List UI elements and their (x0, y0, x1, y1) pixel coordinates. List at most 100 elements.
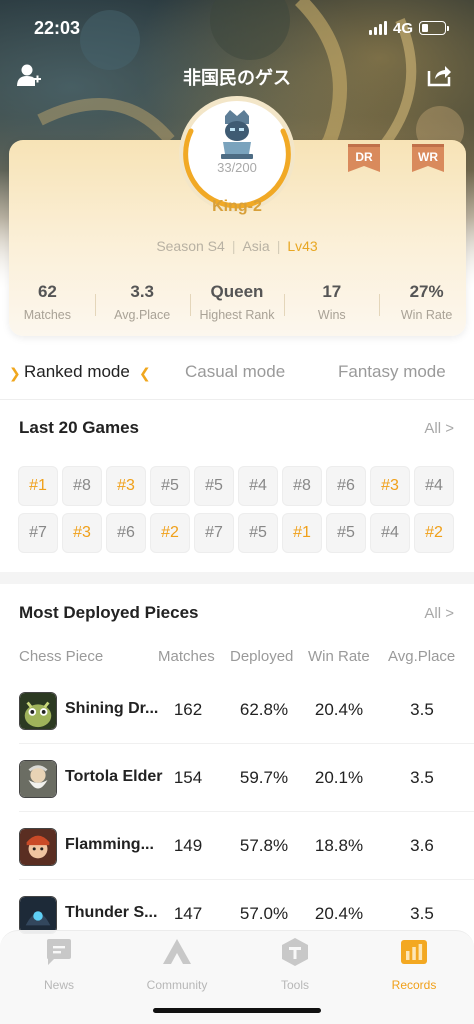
game-result-cell[interactable]: #5 (194, 466, 234, 506)
game-result-cell[interactable]: #6 (326, 466, 366, 506)
home-indicator (153, 1008, 321, 1013)
piece-avg-place: 3.6 (410, 836, 434, 855)
wr-badge-label: WR (418, 150, 438, 164)
piece-deployed: 62.8% (239, 700, 289, 719)
game-result-cell[interactable]: #1 (18, 466, 58, 506)
network-type: 4G (392, 19, 413, 37)
chevron-left-icon: ❮ (139, 365, 151, 381)
piece-win-rate: 20.1% (314, 768, 364, 787)
column-matches: Matches (158, 648, 215, 665)
deployed-pieces-title: Most Deployed Pieces (19, 603, 199, 622)
player-name-title: 非国民のゲス (183, 68, 291, 88)
status-time: 22:03 (34, 17, 81, 38)
tab-casual-mode[interactable]: Casual mode (185, 362, 285, 382)
game-result-cell[interactable]: #6 (106, 513, 146, 553)
section-separator (0, 572, 474, 584)
chevron-right-icon: ❯ (9, 365, 21, 381)
tab-news[interactable]: News (14, 937, 104, 992)
piece-deployed: 59.7% (239, 768, 289, 787)
game-result-cell[interactable]: #2 (150, 513, 190, 553)
player-level: Lv43 (287, 238, 318, 254)
piece-matches: 149 (173, 836, 203, 855)
piece-avg-place: 3.5 (410, 904, 434, 923)
stat-highest-rank: Queen Highest Rank (189, 282, 285, 326)
game-result-cell[interactable]: #5 (238, 513, 278, 553)
game-result-cell[interactable]: #5 (326, 513, 366, 553)
piece-matches: 162 (173, 700, 203, 719)
game-result-cell[interactable]: #4 (370, 513, 410, 553)
season: Season S4 (156, 238, 225, 254)
game-result-cell[interactable]: #4 (414, 466, 454, 506)
game-result-cell[interactable]: #7 (18, 513, 58, 553)
stat-matches: 62 Matches (23, 282, 72, 322)
status-bar: 22:03 4G (0, 0, 474, 56)
divider (0, 399, 474, 400)
dr-badge-label: DR (355, 150, 373, 164)
top-nav: 非国民のゲス (0, 58, 474, 94)
column-win-rate: Win Rate (308, 648, 370, 665)
last-games-title: Last 20 Games (19, 418, 140, 437)
piece-deployed: 57.8% (239, 836, 289, 855)
game-result-cell[interactable]: #1 (282, 513, 322, 553)
king-rank-icon (221, 110, 253, 159)
piece-win-rate: 20.4% (314, 904, 364, 923)
column-deployed: Deployed (230, 648, 294, 665)
records-icon (401, 940, 427, 964)
game-result-cell[interactable]: #8 (282, 466, 322, 506)
piece-row[interactable]: Shining Dr... 162 62.8% 20.4% 3.5 (0, 676, 474, 744)
mode-tabs: ❯ Ranked mode ❮ Casual mode Fantasy mode (0, 358, 474, 390)
community-icon (163, 939, 191, 964)
game-result-cell[interactable]: #7 (194, 513, 234, 553)
piece-win-rate: 18.8% (314, 836, 364, 855)
signal-icon (368, 21, 387, 35)
piece-name: Flamming... (65, 836, 154, 853)
column-avg-place: Avg.Place (388, 648, 456, 665)
piece-row[interactable]: Tortola Elder 154 59.7% 20.1% 3.5 (0, 744, 474, 812)
stat-wins: 17 Wins (284, 282, 379, 326)
news-icon (47, 939, 71, 965)
piece-avg-place: 3.5 (410, 700, 434, 719)
piece-matches: 147 (173, 904, 203, 923)
piece-row[interactable]: Flamming... 149 57.8% 18.8% 3.6 (0, 812, 474, 880)
flamming-avatar (19, 828, 57, 866)
piece-name: Shining Dr... (65, 700, 159, 717)
tab-fantasy-mode[interactable]: Fantasy mode (338, 362, 446, 382)
region: Asia (242, 238, 270, 254)
last-games-all-link[interactable]: All > (424, 420, 454, 437)
thunder-avatar (19, 896, 57, 934)
last-games-grid: #1 #8 #3 #5 #5 #4 #8 #6 #3 #4 #7 #3 #6 #2 #7 #5 #1 #5 #4 #2 (18, 466, 456, 553)
shining-dragon-avatar (19, 692, 57, 730)
tab-ranked-mode[interactable]: Ranked mode (24, 362, 130, 382)
game-result-cell[interactable]: #3 (62, 513, 102, 553)
rank-progress-text: 33/200 (217, 160, 257, 175)
game-result-cell[interactable]: #3 (370, 466, 410, 506)
piece-name: Tortola Elder (65, 768, 163, 785)
piece-win-rate: 20.4% (314, 700, 364, 719)
wr-badge[interactable]: WR (410, 142, 446, 176)
game-result-cell[interactable]: #3 (106, 466, 146, 506)
deployed-pieces-all-link[interactable]: All > (424, 605, 454, 622)
game-result-cell[interactable]: #8 (62, 466, 102, 506)
game-result-cell[interactable]: #4 (238, 466, 278, 506)
dr-badge[interactable]: DR (346, 142, 382, 176)
column-chess-piece: Chess Piece (19, 648, 104, 665)
stat-win-rate: 27% Win Rate (379, 282, 474, 326)
battery-icon (419, 21, 449, 35)
piece-matches: 154 (173, 768, 203, 787)
piece-deployed: 57.0% (239, 904, 289, 923)
profile-stats: 62 Matches 3.3 Avg.Place Queen Highest R… (0, 282, 474, 326)
tools-icon (282, 938, 308, 966)
tortola-elder-avatar (19, 760, 57, 798)
share-icon[interactable] (426, 62, 452, 88)
season-info: Season S4 | Asia | Lv43 (156, 238, 318, 254)
game-result-cell[interactable]: #5 (150, 466, 190, 506)
tab-tools[interactable]: Tools (250, 937, 340, 992)
tab-records[interactable]: Records (369, 937, 459, 992)
game-result-cell[interactable]: #2 (414, 513, 454, 553)
piece-avg-place: 3.5 (410, 768, 434, 787)
tab-community[interactable]: Community (132, 937, 222, 992)
piece-name: Thunder S... (65, 904, 158, 921)
rank-name: King-2 (212, 198, 262, 215)
stat-avg-place: 3.3 Avg.Place (94, 282, 190, 326)
status-indicators: 4G (368, 19, 449, 37)
